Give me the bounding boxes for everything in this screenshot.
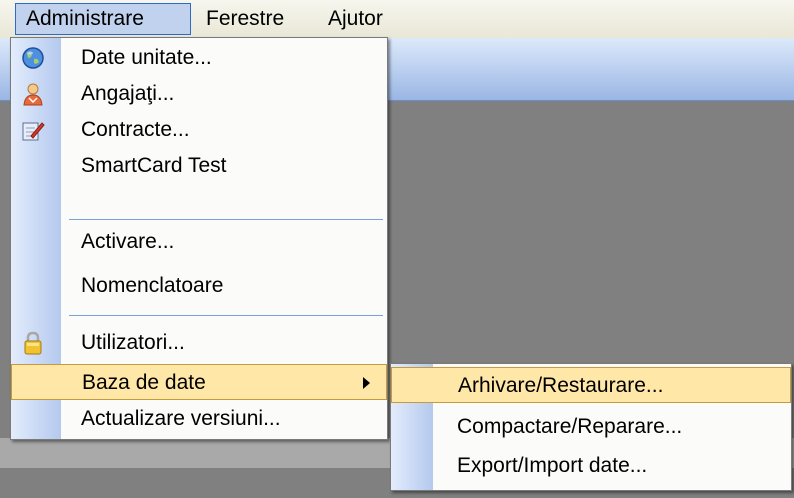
menu-item-angajati[interactable]: Angajaţi... xyxy=(11,76,387,112)
menu-item-label: Utilizatori... xyxy=(81,331,185,354)
menu-item-contracte[interactable]: Contracte... xyxy=(11,112,387,148)
menu-item-label: Export/Import date... xyxy=(457,454,648,477)
menu-item-arhivare-restaurare[interactable]: Arhivare/Restaurare... xyxy=(391,367,791,403)
menu-item-date-unitate[interactable]: Date unitate... xyxy=(11,40,387,76)
application-window: Administrare Ferestre Ajutor Date unitat… xyxy=(0,0,794,498)
menu-item-label: Actualizare versiuni... xyxy=(81,407,281,430)
menu-item-label: Activare... xyxy=(81,230,175,253)
menu-administrare[interactable]: Administrare xyxy=(15,3,191,35)
submenu-arrow-icon xyxy=(363,377,370,389)
menu-item-baza-de-date[interactable]: Baza de date xyxy=(11,364,387,400)
menu-bar: Administrare Ferestre Ajutor xyxy=(0,0,794,39)
menu-ajutor[interactable]: Ajutor xyxy=(318,3,414,35)
menu-item-smartcard-test[interactable]: SmartCard Test xyxy=(11,148,387,184)
menu-separator xyxy=(69,315,383,316)
menu-item-label: Date unitate... xyxy=(81,46,212,69)
menu-item-label: Baza de date xyxy=(82,371,206,394)
menu-item-label: Angajaţi... xyxy=(81,82,175,105)
administrare-dropdown: Date unitate... Angajaţi... Contracte...… xyxy=(10,37,388,440)
menu-item-label: Contracte... xyxy=(81,118,190,141)
menu-item-label: SmartCard Test xyxy=(81,154,227,177)
menu-separator xyxy=(69,219,383,220)
menu-item-label: Nomenclatoare xyxy=(81,274,224,297)
baza-de-date-submenu: Arhivare/Restaurare... Compactare/Repara… xyxy=(390,363,792,491)
person-icon xyxy=(21,82,45,106)
lock-icon xyxy=(21,331,45,355)
menu-item-compactare-reparare[interactable]: Compactare/Reparare... xyxy=(391,409,791,445)
menu-item-label: Arhivare/Restaurare... xyxy=(458,374,664,397)
menu-item-label: Compactare/Reparare... xyxy=(457,415,683,438)
menu-item-actualizare-versiuni[interactable]: Actualizare versiuni... xyxy=(11,401,387,437)
document-edit-icon xyxy=(21,118,45,142)
menu-item-export-import[interactable]: Export/Import date... xyxy=(391,448,791,484)
menu-ferestre[interactable]: Ferestre xyxy=(196,3,312,35)
menu-item-nomenclatoare[interactable]: Nomenclatoare xyxy=(11,268,387,304)
menu-item-activare[interactable]: Activare... xyxy=(11,224,387,260)
globe-icon xyxy=(21,46,45,70)
menu-item-utilizatori[interactable]: Utilizatori... xyxy=(11,325,387,361)
